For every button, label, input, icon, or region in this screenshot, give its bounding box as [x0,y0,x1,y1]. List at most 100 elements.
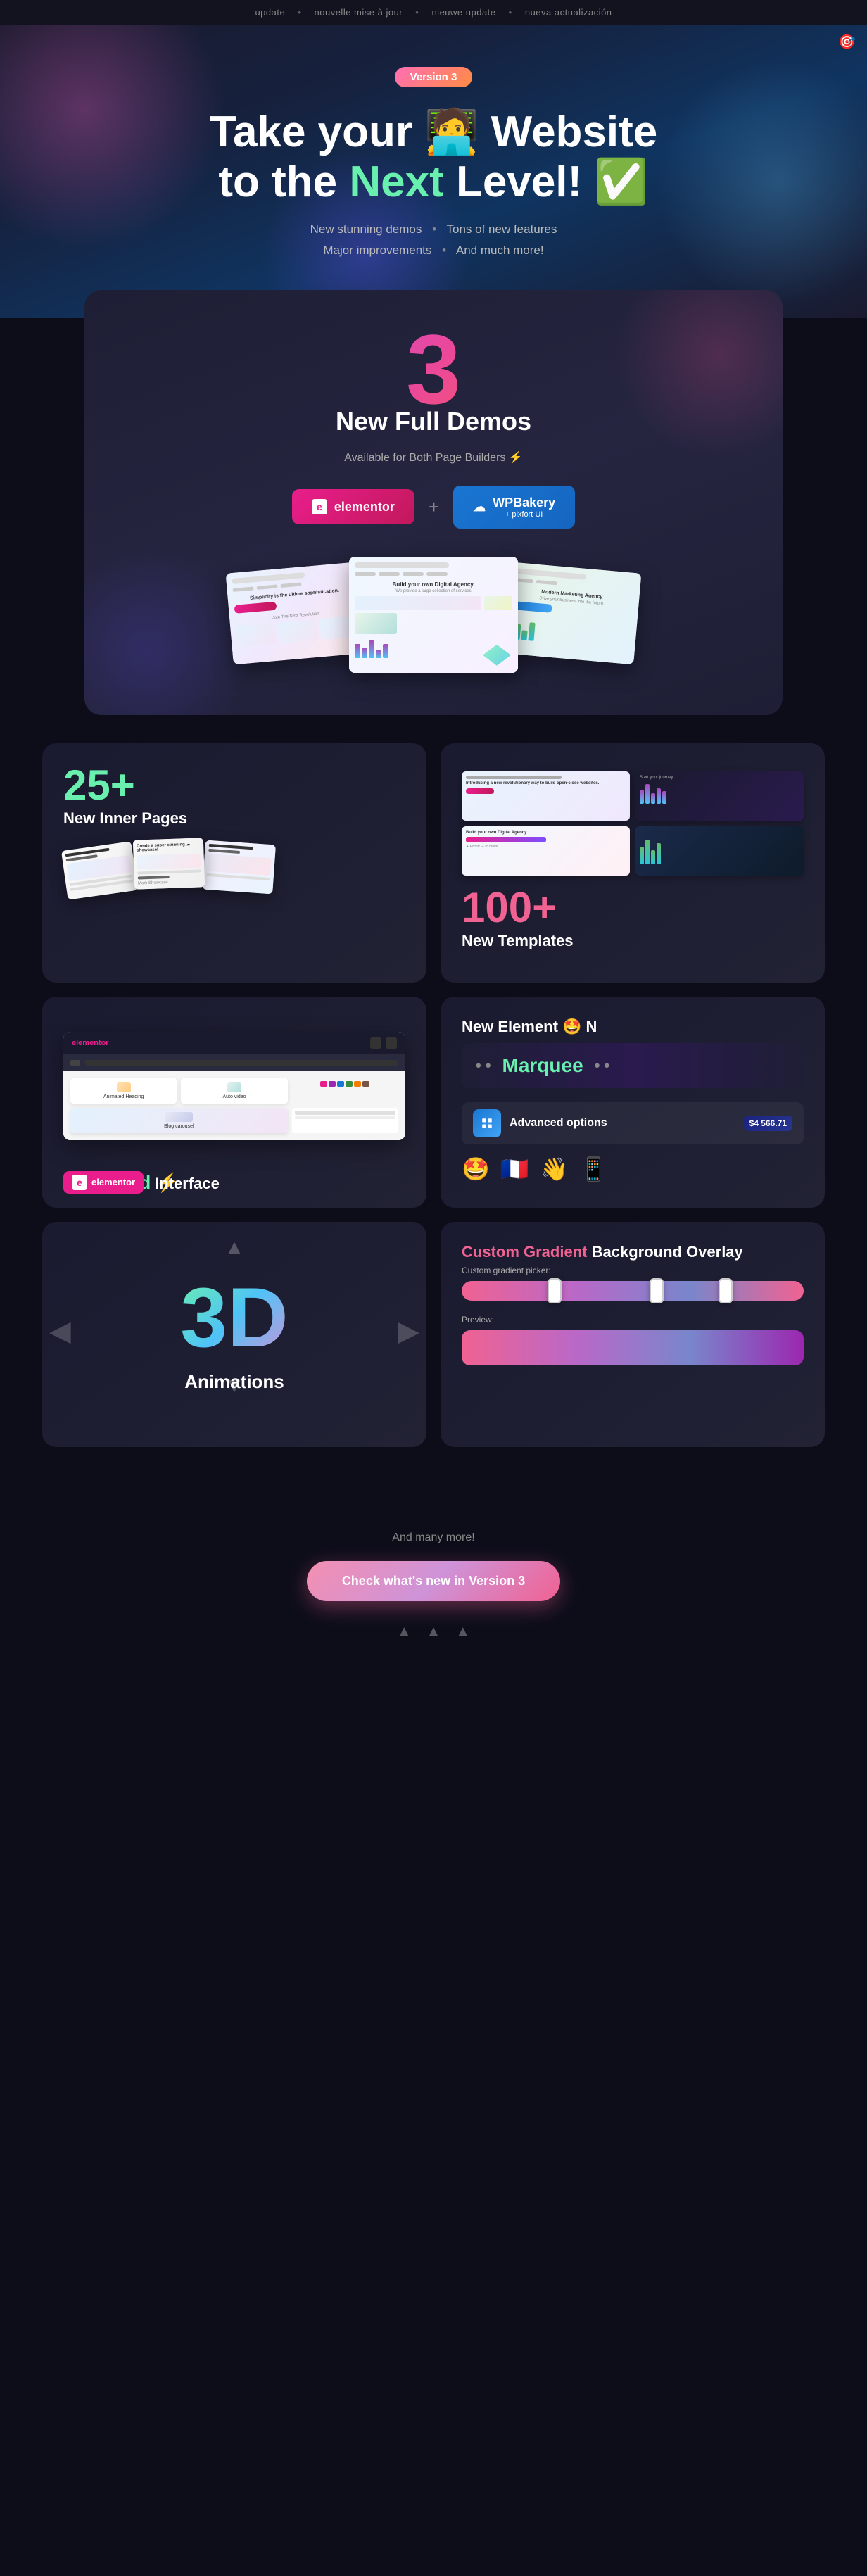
up-arrow-indicator: ▲ [224,1236,245,1260]
inner-pages-card: 25+ New Inner Pages Create a super stunn… [42,743,426,983]
ticker-item-4: nueva actualización [525,7,612,18]
features-grid: 25+ New Inner Pages Create a super stunn… [42,743,825,983]
check-version-button[interactable]: Check what's new in Version 3 [307,1561,560,1601]
hero-feature-3: Major improvements [323,244,431,257]
marquee-card: New Element 🤩 N • • Marquee • • Advanced… [441,997,825,1208]
gradient-title: Custom Gradient Background Overlay [462,1243,804,1261]
advanced-label: Advanced options [510,1117,607,1130]
inner-pages-mocks: Create a super stunning ☁ showcase! Mark… [63,839,405,888]
templates-number: 100+ [462,887,804,929]
elementor-label: elementor [334,500,395,514]
bottom-arrow-1: ▲ [396,1622,412,1641]
advanced-icon [473,1109,501,1137]
template-card-3: Build your own Digital Agency. ✦ Pixfort… [462,826,630,876]
hero-subtext: New stunning demos • Tons of new feature… [14,219,853,262]
bottom-grid: ▲ ◀ ▶ 3D ▼ Animations Custom Gradient Ba… [42,1222,825,1447]
animated-heading-widget: Animated Heading [70,1078,177,1104]
templates-card: Introducing a new revolutionary way to b… [441,743,825,983]
headline-line2: to the Next Level! ✅ [218,158,648,206]
gradient-card: Custom Gradient Background Overlay Custo… [441,1222,825,1447]
advanced-options-row: Advanced options $4 566.71 [462,1102,804,1144]
threed-card: ▲ ◀ ▶ 3D ▼ Animations [42,1222,426,1447]
next-text: Next [349,158,443,206]
threed-text: 3D [180,1275,288,1360]
threed-label: Animations [184,1371,284,1393]
template-card-2: Start your journey [635,771,804,821]
auto-video-widget: Auto video [181,1078,287,1104]
elementor-badge-label: e elementor [63,1171,144,1194]
demo-screenshots: Simplicity is the ultime sophistication.… [113,557,754,673]
template-card-1: Introducing a new revolutionary way to b… [462,771,630,821]
ticker-dot-3: • [509,7,512,18]
template-card-4 [635,826,804,876]
right-arrow: ▶ [398,1315,419,1347]
demo-card-3: Modern Marketing Agency. Drive your busi… [500,562,642,665]
ticker-item-1: update [255,7,285,18]
wpbakery-sub: + pixfort UI [493,510,555,519]
marquee-text: Marquee [502,1054,583,1077]
gradient-picker[interactable] [462,1281,804,1301]
left-arrow: ◀ [49,1315,71,1347]
elementor-badge-icon: e [72,1175,87,1190]
price-badge: $4 566.71 [744,1116,792,1131]
blog-carousel-widget: Blog carousel [70,1108,288,1133]
gradient-handle-1[interactable] [548,1278,562,1303]
color-swatches-widget [292,1078,398,1104]
wpbakery-icon: ☁ [473,500,486,514]
demos-number: 3 [113,325,754,414]
emoji-waving-hand: 👋 [540,1156,569,1182]
elementor-mock-ui: elementor Animated Heading [63,1032,405,1140]
hero-feature-2: Tons of new features [447,222,557,236]
wpbakery-label: WPBakery [493,495,555,510]
and-many-more: And many more! [14,1532,853,1544]
ticker-item-3: nieuwe update [431,7,495,18]
ticker-dot-2: • [415,7,419,18]
gradient-preview-label: Preview: [462,1315,804,1325]
new-element-label: New Element 🤩 N [462,1018,804,1036]
demos-title: New Full Demos [113,407,754,436]
builders-row: e elementor + ☁ WPBakery + pixfort UI [113,486,754,529]
bottom-arrows: ▲ ▲ ▲ [14,1622,853,1641]
gradient-picker-label: Custom gradient picker: [462,1265,804,1275]
elementor-marquee-row: elementor Animated Heading [42,997,825,1208]
gradient-handle-2[interactable] [650,1278,664,1303]
gradient-highlight: Custom Gradient [462,1243,587,1261]
hero-feature-1: New stunning demos [310,222,422,236]
hero-headline: Take your 🧑‍💻 Website to the Next Level!… [14,107,853,208]
wpbakery-button[interactable]: ☁ WPBakery + pixfort UI [453,486,575,529]
emoji-phone: 📱 [580,1156,608,1182]
top-right-icon: 🎯 [838,33,856,51]
gradient-preview [462,1330,804,1365]
headline-line1: Take your 🧑‍💻 Website [210,108,658,156]
templates-mocks: Introducing a new revolutionary way to b… [462,771,804,876]
main-content: 25+ New Inner Pages Create a super stunn… [0,715,867,1503]
cta-section: And many more! Check what's new in Versi… [0,1503,867,1683]
gradient-title-rest: Background Overlay [592,1243,743,1261]
inner-page-card-1 [61,841,138,899]
hero-feature-4: And much more! [456,244,544,257]
ticker-dot-1: • [298,7,301,18]
emojis-row: 🤩 🇫🇷 👋 📱 [462,1156,804,1182]
ticker-bar: update • nouvelle mise à jour • nieuwe u… [0,0,867,25]
plus-separator: + [429,496,439,518]
inner-pages-number: 25+ [63,764,405,807]
marquee-display: • • Marquee • • [462,1043,804,1088]
elementor-mock-title: elementor [72,1039,109,1047]
demo-card-2: Build your own Digital Agency. We provid… [349,557,518,673]
bottom-arrow-2: ▲ [426,1622,441,1641]
version-badge[interactable]: Version 3 [395,67,473,87]
wpbakery-text: WPBakery + pixfort UI [493,495,555,519]
level-text: Level! [456,158,582,206]
gradient-handle-3[interactable] [719,1278,733,1303]
ticker-item-2: nouvelle mise à jour [315,7,403,18]
demo-card-1: Simplicity is the ultime sophistication.… [226,562,367,665]
inner-pages-label: New Inner Pages [63,809,405,828]
templates-label: New Templates [462,932,804,950]
elementor-button[interactable]: e elementor [292,489,414,524]
emoji-star-struck: 🤩 [462,1156,490,1182]
demos-section: 3 New Full Demos Available for Both Page… [84,290,783,715]
hero-section: Version 3 Take your 🧑‍💻 Website to the N… [0,25,867,318]
elementor-card: elementor Animated Heading [42,997,426,1208]
demos-subtitle: Available for Both Page Builders ⚡ [113,450,754,465]
inner-page-card-2: Create a super stunning ☁ showcase! Mark… [133,838,205,889]
